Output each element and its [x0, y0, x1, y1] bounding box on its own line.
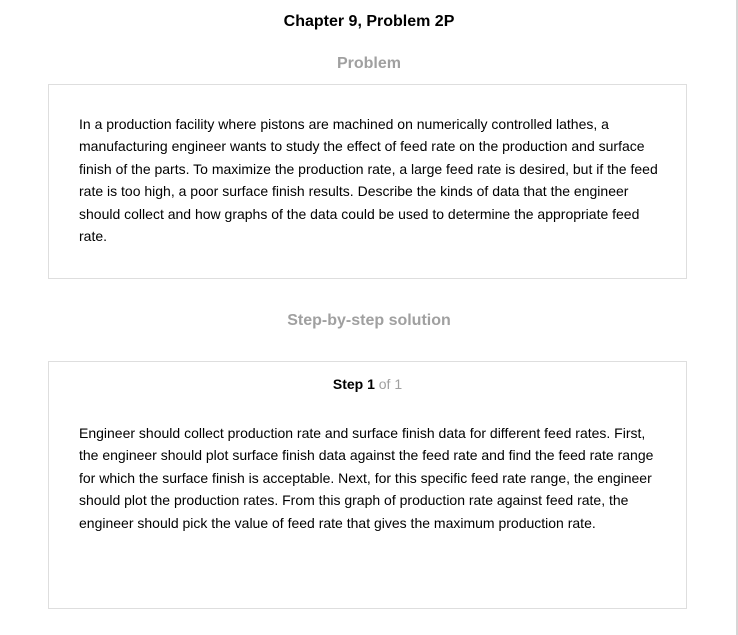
problem-heading: Problem [336, 55, 401, 72]
solution-card: Step 1 of 1 Engineer should collect prod… [48, 361, 687, 609]
problem-text: In a production facility where pistons a… [79, 116, 658, 245]
chapter-title: Chapter 9, Problem 2P [283, 13, 455, 30]
solution-text: Engineer should collect production rate … [79, 425, 654, 531]
step-number: Step 1 [332, 376, 375, 392]
step-total: of 1 [378, 376, 403, 392]
problem-card: In a production facility where pistons a… [48, 84, 687, 279]
solution-heading: Step-by-step solution [287, 312, 451, 329]
step-indicator: Step 1 of 1 [49, 375, 686, 393]
